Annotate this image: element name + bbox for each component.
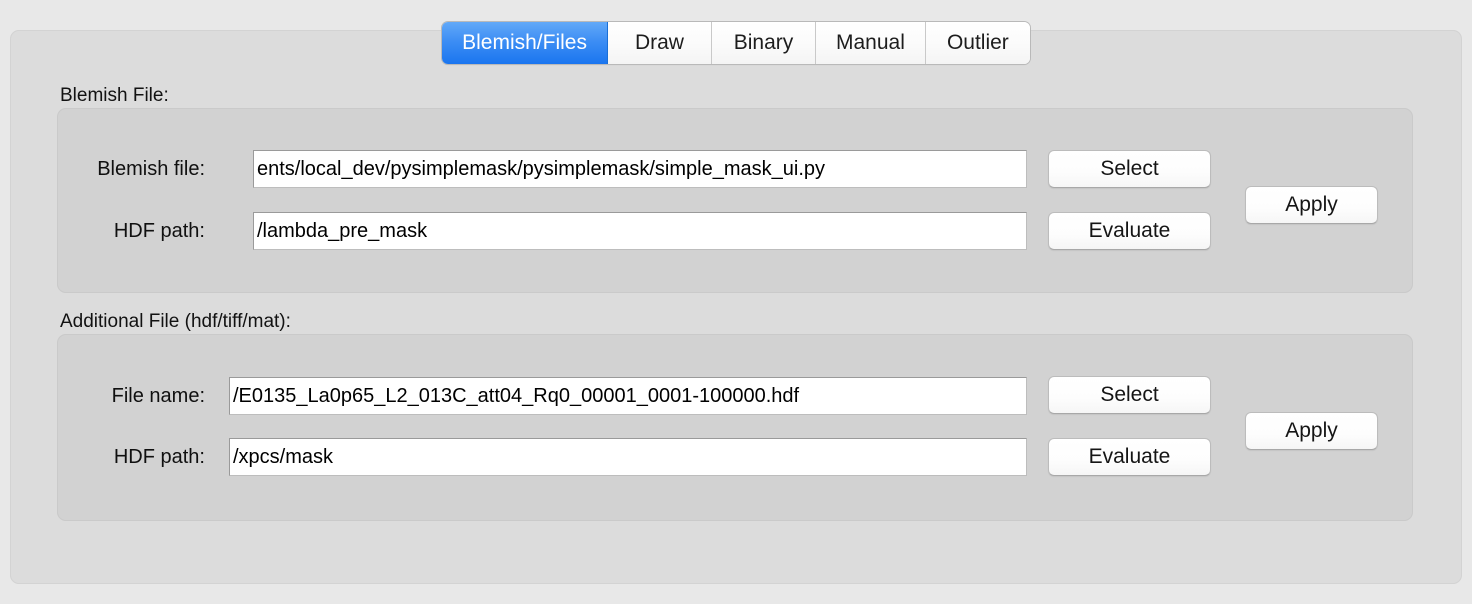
group-blemish-box: [57, 108, 1413, 293]
group-additional-title: Additional File (hdf/tiff/mat):: [60, 311, 291, 332]
additional-hdf-path-input[interactable]: [229, 438, 1027, 476]
group-additional-box: [57, 334, 1413, 521]
additional-hdf-evaluate-button[interactable]: Evaluate: [1048, 438, 1211, 476]
blemish-hdf-path-input[interactable]: [253, 212, 1027, 250]
additional-apply-button[interactable]: Apply: [1245, 412, 1378, 450]
tab-manual[interactable]: Manual: [815, 22, 926, 64]
group-blemish-title: Blemish File:: [60, 85, 169, 106]
additional-hdf-path-label: HDF path:: [113, 446, 205, 468]
blemish-hdf-evaluate-button[interactable]: Evaluate: [1048, 212, 1211, 250]
blemish-hdf-path-label: HDF path:: [113, 220, 205, 242]
tab-blemish-files[interactable]: Blemish/Files: [442, 22, 608, 64]
tab-draw[interactable]: Draw: [607, 22, 712, 64]
blemish-file-input[interactable]: [253, 150, 1027, 188]
blemish-file-select-button[interactable]: Select: [1048, 150, 1211, 188]
tab-bar: Blemish/Files Draw Binary Manual Outlier: [0, 0, 1472, 64]
tab-binary[interactable]: Binary: [711, 22, 816, 64]
tab-strip: Blemish/Files Draw Binary Manual Outlier: [442, 22, 1030, 64]
additional-file-name-label: File name:: [111, 385, 205, 407]
additional-file-select-button[interactable]: Select: [1048, 376, 1211, 414]
blemish-file-label: Blemish file:: [97, 158, 205, 180]
tab-outlier[interactable]: Outlier: [925, 22, 1030, 64]
blemish-apply-button[interactable]: Apply: [1245, 186, 1378, 224]
additional-file-name-input[interactable]: [229, 377, 1027, 415]
